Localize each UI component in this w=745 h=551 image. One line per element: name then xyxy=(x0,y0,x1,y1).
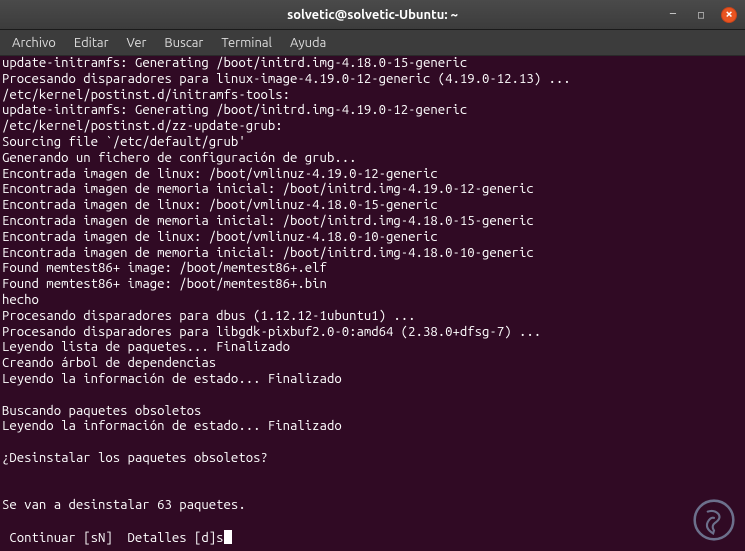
terminal-line: Encontrada imagen de memoria inicial: /b… xyxy=(2,246,743,262)
terminal-line xyxy=(2,514,743,530)
terminal-line: Procesando disparadores para libgdk-pixb… xyxy=(2,325,743,341)
terminal-line: update-initramfs: Generating /boot/initr… xyxy=(2,103,743,119)
terminal-line: Found memtest86+ image: /boot/memtest86+… xyxy=(2,261,743,277)
menu-editar[interactable]: Editar xyxy=(66,33,117,53)
terminal-line: Encontrada imagen de memoria inicial: /b… xyxy=(2,214,743,230)
terminal-line: hecho xyxy=(2,293,743,309)
terminal-content[interactable]: update-initramfs: Generating /boot/initr… xyxy=(0,56,745,551)
terminal-line: Leyendo lista de paquetes... Finalizado xyxy=(2,340,743,356)
menu-buscar[interactable]: Buscar xyxy=(156,33,211,53)
terminal-line xyxy=(2,388,743,404)
terminal-line: Procesando disparadores para dbus (1.12.… xyxy=(2,309,743,325)
menu-ver[interactable]: Ver xyxy=(119,33,155,53)
terminal-line xyxy=(2,435,743,451)
terminal-line: Sourcing file `/etc/default/grub' xyxy=(2,135,743,151)
terminal-line: Se van a desinstalar 63 paquetes. xyxy=(2,498,743,514)
terminal-line xyxy=(2,483,743,499)
terminal-line: update-initramfs: Generating /boot/initr… xyxy=(2,56,743,72)
menu-archivo[interactable]: Archivo xyxy=(4,33,64,53)
terminal-cursor xyxy=(224,530,232,544)
titlebar: solvetic@solvetic-Ubuntu: ~ xyxy=(0,0,745,30)
terminal-line: Generando un fichero de configuración de… xyxy=(2,151,743,167)
terminal-line: Creando árbol de dependencias xyxy=(2,356,743,372)
terminal-prompt-line[interactable]: Continuar [sN] Detalles [d]s xyxy=(2,530,743,547)
terminal-line: /etc/kernel/postinst.d/initramfs-tools: xyxy=(2,88,743,104)
terminal-line: Encontrada imagen de memoria inicial: /b… xyxy=(2,182,743,198)
terminal-line: /etc/kernel/postinst.d/zz-update-grub: xyxy=(2,119,743,135)
minimize-button[interactable] xyxy=(665,7,681,23)
terminal-line: ¿Desinstalar los paquetes obsoletos? xyxy=(2,451,743,467)
maximize-button[interactable] xyxy=(693,7,709,23)
menu-terminal[interactable]: Terminal xyxy=(213,33,280,53)
terminal-line: Procesando disparadores para linux-image… xyxy=(2,72,743,88)
window-controls xyxy=(665,7,737,23)
terminal-line: Buscando paquetes obsoletos xyxy=(2,404,743,420)
terminal-line: Encontrada imagen de linux: /boot/vmlinu… xyxy=(2,167,743,183)
window-title: solvetic@solvetic-Ubuntu: ~ xyxy=(287,8,458,22)
terminal-window: solvetic@solvetic-Ubuntu: ~ Archivo Edit… xyxy=(0,0,745,551)
menubar: Archivo Editar Ver Buscar Terminal Ayuda xyxy=(0,30,745,56)
terminal-line: Leyendo la información de estado... Fina… xyxy=(2,419,743,435)
menu-ayuda[interactable]: Ayuda xyxy=(282,33,334,53)
prompt-input: s xyxy=(216,531,223,545)
prompt-prefix: Continuar [sN] Detalles [d] xyxy=(2,531,216,545)
close-button[interactable] xyxy=(721,7,737,23)
terminal-line xyxy=(2,467,743,483)
terminal-line: Found memtest86+ image: /boot/memtest86+… xyxy=(2,277,743,293)
terminal-line: Encontrada imagen de linux: /boot/vmlinu… xyxy=(2,230,743,246)
terminal-line: Leyendo la información de estado... Fina… xyxy=(2,372,743,388)
terminal-line: Encontrada imagen de linux: /boot/vmlinu… xyxy=(2,198,743,214)
